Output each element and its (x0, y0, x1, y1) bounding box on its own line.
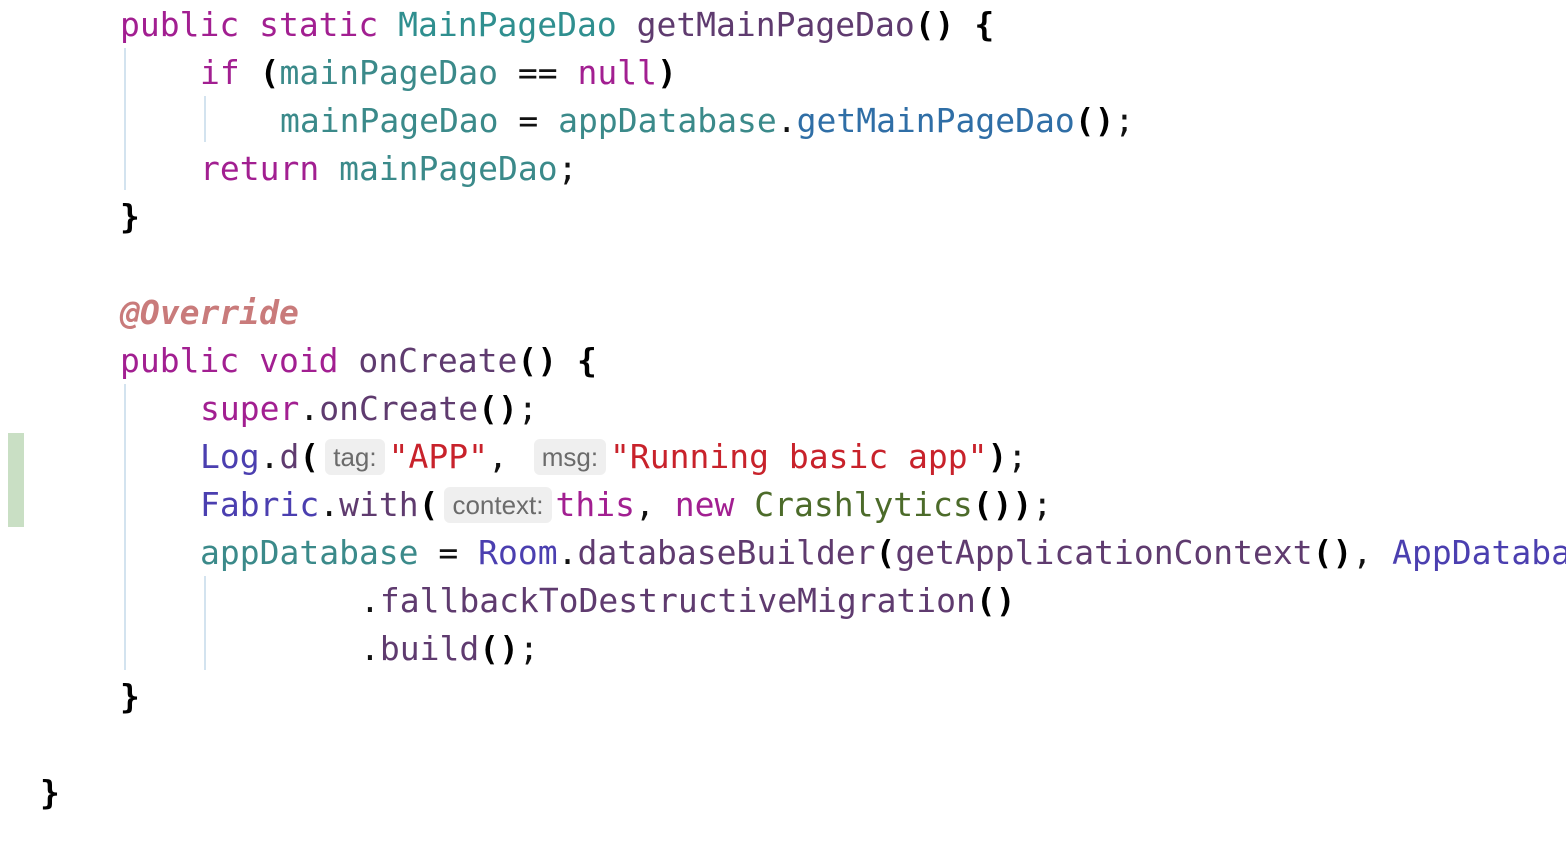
class-reference-token: Room (478, 533, 558, 572)
bracket-token: ) (657, 53, 677, 92)
punctuation-token: . (360, 629, 380, 668)
bracket-token: () (914, 5, 975, 44)
bracket-token: () (1074, 101, 1115, 140)
code-line[interactable]: .fallbackToDestructiveMigration() (360, 577, 1016, 625)
punctuation-token: ; (1032, 485, 1053, 524)
code-line[interactable]: Fabric.with(context: this, new Crashlytic… (200, 481, 1052, 529)
bracket-token: { (974, 5, 995, 44)
punctuation-token: . (299, 389, 320, 428)
indent-guide (124, 384, 126, 670)
code-line[interactable]: return mainPageDao; (200, 145, 578, 193)
code-line[interactable]: if (mainPageDao == null) (200, 49, 677, 97)
punctuation-token: ; (1114, 101, 1135, 140)
code-line[interactable]: } (40, 769, 60, 817)
bracket-token: ( (259, 53, 280, 92)
bracket-token: } (120, 197, 140, 236)
code-line[interactable]: super.onCreate(); (200, 385, 538, 433)
annotation-token: @Override (120, 293, 299, 332)
method-name-token: getMainPageDao (636, 5, 915, 44)
punctuation-token: . (557, 533, 578, 572)
code-line[interactable]: public static MainPageDao getMainPageDao… (120, 1, 994, 49)
parameter-hint: context: (444, 487, 552, 523)
punctuation-token: == (517, 53, 578, 92)
keyword-token: public (120, 341, 260, 380)
punctuation-token: = (518, 101, 559, 140)
punctuation-token: = (438, 533, 479, 572)
indent-guide (204, 96, 206, 142)
code-line[interactable]: @Override (120, 289, 299, 337)
keyword-token: if (200, 53, 260, 92)
code-line[interactable]: public void onCreate() { (120, 337, 597, 385)
bracket-token: () (478, 389, 518, 428)
class-reference-token: Fabric (200, 485, 320, 524)
punctuation-token: . (319, 485, 340, 524)
bracket-token: () (517, 341, 577, 380)
punctuation-token: , (635, 485, 675, 524)
punctuation-token: ; (557, 149, 578, 188)
punctuation-token: , (487, 437, 528, 476)
code-line[interactable]: } (120, 193, 140, 241)
vcs-change-marker[interactable] (8, 433, 24, 527)
variable-token: mainPageDao (280, 101, 519, 140)
punctuation-token: ; (517, 389, 538, 428)
punctuation-token: ; (1007, 437, 1028, 476)
bracket-token: ) (987, 437, 1008, 476)
string-literal: "APP" (388, 437, 488, 476)
class-reference-token: AppDataba (1392, 533, 1566, 572)
code-editor[interactable]: public static MainPageDao getMainPageDao… (0, 0, 1566, 858)
variable-token: mainPageDao (279, 53, 518, 92)
method-name-token: fallbackToDestructiveMigration (379, 581, 976, 620)
class-token: Crashlytics (754, 485, 973, 524)
string-literal: "Running basic app" (610, 437, 988, 476)
keyword-token: void (259, 341, 359, 380)
method-name-token: getApplicationContext (895, 533, 1313, 572)
class-reference-token: Log (200, 437, 260, 476)
method-name-token: databaseBuilder (577, 533, 876, 572)
method-name-token: with (339, 485, 419, 524)
code-line[interactable]: appDatabase = Room.databaseBuilder(getAp… (200, 529, 1566, 577)
indent-guide (204, 576, 206, 670)
method-name-token: onCreate (319, 389, 479, 428)
punctuation-token: , (1352, 533, 1393, 572)
bracket-token: } (120, 677, 140, 716)
variable-token: appDatabase (558, 101, 777, 140)
bracket-token: () (1312, 533, 1353, 572)
parameter-hint: msg: (533, 439, 607, 475)
punctuation-token: . (360, 581, 380, 620)
bracket-token: } (40, 773, 60, 812)
parameter-hint: tag: (325, 439, 385, 475)
bracket-token: () (975, 581, 1016, 620)
code-line[interactable]: Log.d(tag: "APP", msg: "Running basic app"… (200, 433, 1027, 481)
keyword-token: super (200, 389, 300, 428)
bracket-token: ( (875, 533, 896, 572)
punctuation-token: . (259, 437, 280, 476)
method-name-token: onCreate (358, 341, 518, 380)
punctuation-token: ; (518, 629, 539, 668)
bracket-token: () (479, 629, 519, 668)
indent-guide (124, 48, 126, 190)
code-line[interactable]: .build(); (360, 625, 539, 673)
type-token: MainPageDao (398, 5, 637, 44)
bracket-token: ( (418, 485, 439, 524)
method-call-token: getMainPageDao (796, 101, 1075, 140)
code-line[interactable]: } (120, 673, 140, 721)
bracket-token: ( (299, 437, 320, 476)
punctuation-token: . (776, 101, 797, 140)
keyword-token: static (259, 5, 399, 44)
variable-token: appDatabase (200, 533, 439, 572)
keyword-token: return (200, 149, 340, 188)
keyword-token: null (577, 53, 657, 92)
bracket-token: { (576, 341, 597, 380)
bracket-token: ()) (972, 485, 1033, 524)
keyword-token: new (674, 485, 755, 524)
keyword-token: this (555, 485, 635, 524)
method-name-token: build (379, 629, 480, 668)
keyword-token: public (120, 5, 260, 44)
method-name-token: d (279, 437, 300, 476)
code-line[interactable]: mainPageDao = appDatabase.getMainPageDao… (280, 97, 1134, 145)
variable-token: mainPageDao (339, 149, 558, 188)
